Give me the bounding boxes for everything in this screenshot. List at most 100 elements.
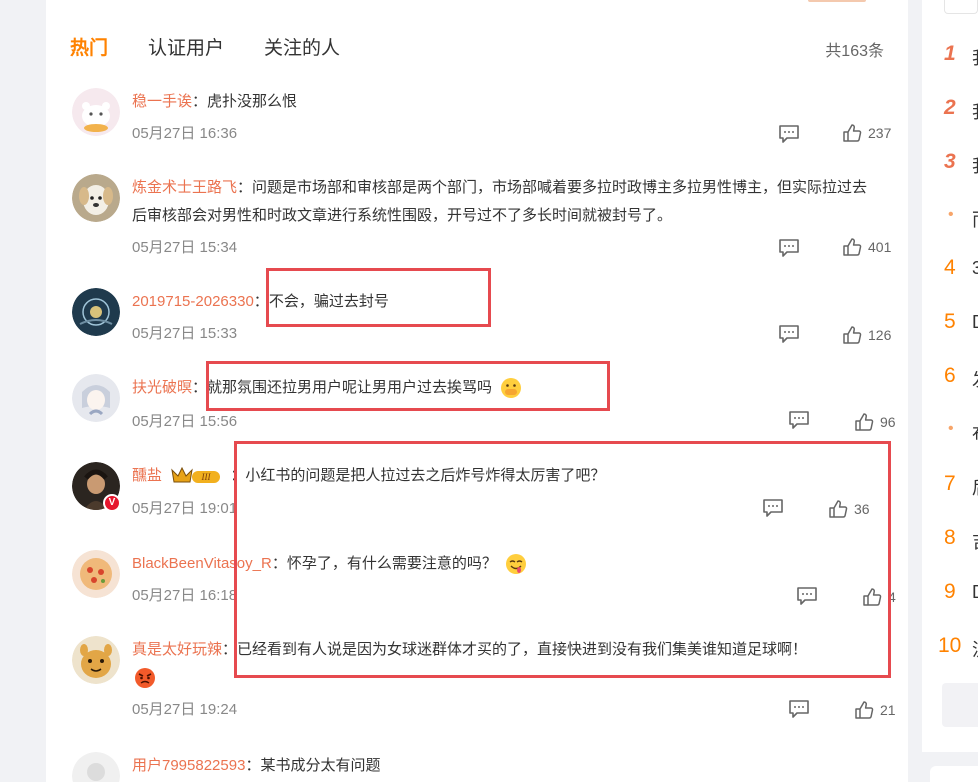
avatar[interactable] xyxy=(72,288,120,336)
avatar[interactable] xyxy=(72,636,120,684)
username-link[interactable]: 炼金术士王路飞 xyxy=(132,179,237,196)
username-link[interactable]: 醺盐 xyxy=(132,467,162,484)
hot-search-title[interactable]: 3 xyxy=(972,258,978,279)
like-button[interactable]: 4 xyxy=(862,586,896,608)
comment-body: 怀孕了，有什么需要注意的吗？ xyxy=(286,555,497,572)
comment-time: 05月27日 15:33 xyxy=(132,325,238,342)
hot-search-title[interactable]: 而 xyxy=(972,206,978,232)
tab-verified-users[interactable]: 认证用户 xyxy=(148,33,224,60)
hot-search-title[interactable]: D xyxy=(972,582,978,603)
avatar[interactable] xyxy=(72,374,120,422)
reply-icon[interactable] xyxy=(788,699,810,719)
like-count: 126 xyxy=(868,327,892,343)
colon: ： xyxy=(230,467,246,484)
rank-number: 4 xyxy=(944,256,956,279)
thumbs-up-icon xyxy=(843,124,862,142)
reply-icon[interactable] xyxy=(778,124,800,144)
cover-mouth-emoji-icon xyxy=(500,377,522,399)
comment-item: 稳一手诶：虎扑没那么恨 05月27日 16:36 237 xyxy=(72,88,892,148)
like-button[interactable]: 237 xyxy=(842,122,891,144)
comment-time: 05月27日 16:18 xyxy=(132,587,238,604)
hot-search-title[interactable]: 布 xyxy=(972,420,978,446)
comment-item: 扶光破暝：就那氛围还拉男用户呢让男用户过去挨骂吗 05月27日 15:56 96 xyxy=(72,374,896,434)
comment-total: 共163条 xyxy=(825,43,884,60)
comment-panel: 热门 认证用户 关注的人 共163条 稳一手诶：虎扑没那么恨 05月27日 16… xyxy=(46,0,908,782)
avatar[interactable] xyxy=(72,550,120,598)
colon: ： xyxy=(237,179,253,196)
hot-search-title[interactable]: 我 xyxy=(972,44,978,70)
like-count: 36 xyxy=(854,501,870,517)
colon: ： xyxy=(222,641,238,658)
comment-item: 炼金术士王路飞：问题是市场部和审核部是两个部门，市场部喊着要多拉时政博主多拉男性… xyxy=(72,174,892,260)
comment-text: BlackBeenVitasoy_R：怀孕了，有什么需要注意的吗？ xyxy=(132,550,882,578)
thumbs-up-icon xyxy=(855,413,874,431)
rank-number: 1 xyxy=(944,42,956,65)
top-button-edge[interactable] xyxy=(808,0,866,2)
like-count: 21 xyxy=(880,702,896,718)
comment-item: 真是太好玩辣：已经看到有人说是因为女球迷群体才买的了，直接快进到没有我们集美谁知… xyxy=(72,636,896,726)
hot-search-title[interactable]: D xyxy=(972,312,978,333)
rank-number: 7 xyxy=(944,472,956,495)
like-button[interactable]: 21 xyxy=(854,699,896,721)
tab-following[interactable]: 关注的人 xyxy=(264,33,340,60)
like-button[interactable]: 96 xyxy=(854,411,896,433)
username-link[interactable]: 用户7995822593 xyxy=(132,757,245,774)
thumbs-up-icon xyxy=(843,326,862,344)
thumbs-up-icon xyxy=(829,500,848,518)
hot-search-title[interactable]: 流 xyxy=(972,636,978,662)
like-count: 401 xyxy=(868,239,892,255)
verified-badge-icon: V xyxy=(103,494,121,512)
like-count: 237 xyxy=(868,125,892,141)
like-button[interactable]: 401 xyxy=(842,236,891,258)
angry-emoji-icon xyxy=(134,667,156,689)
hot-search-title[interactable]: 我 xyxy=(972,152,978,178)
comment-text: 炼金术士王路飞：问题是市场部和审核部是两个部门，市场部喊着要多拉时政博主多拉男性… xyxy=(132,174,882,230)
comment-text: 稳一手诶：虎扑没那么恨 xyxy=(132,88,882,116)
comment-time: 05月27日 15:56 xyxy=(132,413,238,430)
hot-search-title[interactable]: 吉 xyxy=(972,528,978,554)
hot-search-title[interactable]: 我 xyxy=(972,98,978,124)
like-count: 96 xyxy=(880,414,896,430)
reply-icon[interactable] xyxy=(788,410,810,430)
comment-text: 用户7995822593：某书成分太有问题 xyxy=(132,752,882,780)
colon: ： xyxy=(253,293,269,310)
hot-search-sidebar: 1 我 2 我 3 我 • 而 4 3 5 D 6 发 • 布 7 后 8 吉 … xyxy=(922,0,978,782)
hot-search-title[interactable]: 后 xyxy=(972,474,978,500)
like-button[interactable]: 36 xyxy=(828,498,870,520)
comment-item: 用户7995822593：某书成分太有问题 xyxy=(72,752,892,782)
avatar[interactable] xyxy=(72,88,120,136)
colon: ： xyxy=(245,757,261,774)
rank-number: 3 xyxy=(944,150,956,173)
reply-icon[interactable] xyxy=(762,498,784,518)
comment-text: 扶光破暝：就那氛围还拉男用户呢让男用户过去挨骂吗 xyxy=(132,374,882,402)
comment-body: 已经看到有人说是因为女球迷群体才买的了，直接快进到没有我们集美谁知道足球啊！ xyxy=(237,641,808,658)
avatar[interactable] xyxy=(72,174,120,222)
reply-icon[interactable] xyxy=(778,238,800,258)
comment-item: 2019715-2026330：不会，骗过去封号 05月27日 15:33 12… xyxy=(72,288,892,348)
comment-text: 真是太好玩辣：已经看到有人说是因为女球迷群体才买的了，直接快进到没有我们集美谁知… xyxy=(132,636,882,692)
view-more-button[interactable] xyxy=(942,683,978,727)
comment-time: 05月27日 19:01 xyxy=(132,500,238,517)
comment-body: 虎扑没那么恨 xyxy=(207,93,298,110)
username-link[interactable]: 2019715-2026330 xyxy=(132,293,254,310)
vip-level-badge-icon: III xyxy=(171,466,221,484)
comment-time: 05月27日 16:36 xyxy=(132,125,238,142)
rank-number: 8 xyxy=(944,526,956,549)
rank-number: 2 xyxy=(944,96,956,119)
rank-number: 10 xyxy=(938,634,962,657)
comment-text: 醺盐 III ：小红书的问题是把人拉过去之后炸号炸得太厉害了吧？ xyxy=(132,462,882,490)
rank-number: 5 xyxy=(944,310,956,333)
like-button[interactable]: 126 xyxy=(842,324,891,346)
colon: ： xyxy=(271,555,287,572)
username-link[interactable]: BlackBeenVitasoy_R xyxy=(132,555,272,572)
reply-icon[interactable] xyxy=(778,324,800,344)
reply-icon[interactable] xyxy=(796,586,818,606)
username-link[interactable]: 稳一手诶 xyxy=(132,93,192,110)
comment-tabs: 热门 认证用户 关注的人 xyxy=(70,33,340,60)
like-count: 4 xyxy=(888,589,896,605)
avatar[interactable] xyxy=(72,752,120,782)
hot-search-title[interactable]: 发 xyxy=(972,366,978,392)
tab-hot[interactable]: 热门 xyxy=(70,33,108,60)
username-link[interactable]: 扶光破暝 xyxy=(132,379,192,396)
username-link[interactable]: 真是太好玩辣 xyxy=(132,641,222,658)
